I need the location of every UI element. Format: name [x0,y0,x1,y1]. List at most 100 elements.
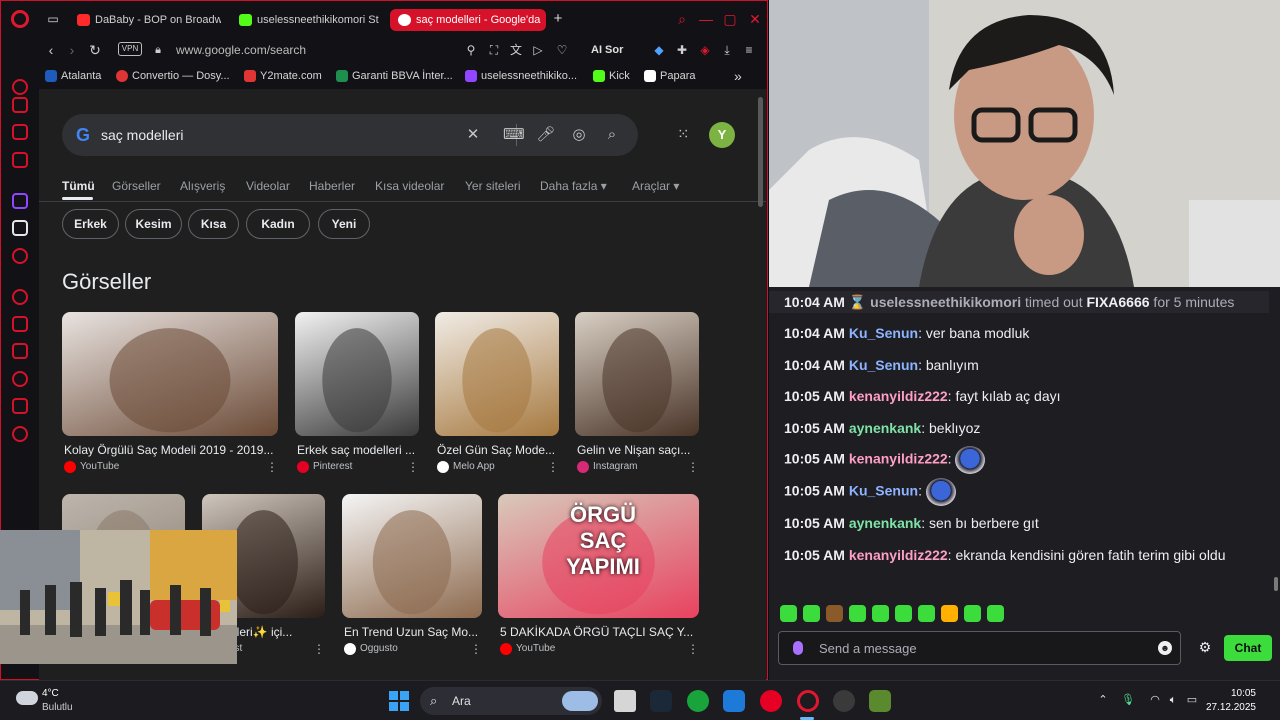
search-tab[interactable]: Haberler [309,179,355,193]
avatar[interactable]: Y [709,122,735,148]
gmail-icon[interactable] [12,152,28,168]
vk-icon[interactable] [12,248,28,264]
image-thumbnail[interactable] [295,312,419,436]
speed-dial-icon[interactable] [12,97,28,113]
quick-emote-icon[interactable] [780,605,797,622]
maximize-icon[interactable]: ▢ [721,10,739,28]
ai-ask-button[interactable]: AI Sor [591,41,623,59]
image-result-card[interactable]: 5 DAKİKADA ÖRGÜ TAÇLI SAÇ Y... YouTube ⋮ ÖR… [498,494,699,658]
tab-kick-stream[interactable]: uselessneethikikomori St [231,9,381,31]
image-title[interactable]: Erkek saç modelleri ... [297,443,419,457]
image-result-card[interactable]: Erkek saç modelleri ... Pinterest ⋮ [295,312,419,476]
player-icon[interactable] [12,289,28,305]
search-tab[interactable]: Videolar [246,179,290,193]
close-icon[interactable]: ✕ [746,10,764,28]
vpn-badge[interactable]: VPN [118,42,142,56]
quick-emote-icon[interactable] [964,605,981,622]
menu-icon[interactable]: ≡ [741,41,757,59]
volume-icon[interactable]: 🔈︎ [1166,693,1180,707]
mail-icon[interactable] [723,690,745,712]
minimize-icon[interactable]: — [697,10,715,28]
tab-dababy[interactable]: DaBaby - BOP on Broadw [69,9,221,31]
reload-icon[interactable]: ↻ [86,41,104,59]
opera-gx-icon[interactable] [833,690,855,712]
minecraft-icon[interactable] [869,690,891,712]
quick-emote-icon[interactable] [941,605,958,622]
apps-grid-icon[interactable]: ⁙ [677,127,693,143]
x-sidebar-icon[interactable] [12,220,28,236]
image-title[interactable]: Gelin ve Nişan saçı... [577,443,699,457]
image-result-card[interactable]: En Trend Uzun Saç Mo... Oggusto ⋮ [342,494,482,658]
more-options-icon[interactable]: ⋮ [547,461,559,473]
lock-icon[interactable]: 🔒︎ [149,41,167,59]
chat-username[interactable]: kenanyildiz222 [849,388,948,404]
image-thumbnail[interactable] [435,312,559,436]
twitch-sidebar-icon[interactable] [12,193,28,209]
clock-date[interactable]: 27.12.2025 [1206,702,1256,714]
taskbar-search[interactable]: ⌕ Ara [420,687,602,715]
weather-temperature[interactable]: 4°C [42,688,59,700]
search-tab[interactable]: Görseller [112,179,161,193]
battery-icon[interactable]: ▭ [1185,693,1199,707]
chat-username[interactable]: Ku_Senun [849,325,918,341]
image-result-card[interactable]: Gelin ve Nişan saçı... Instagram ⋮ [575,312,699,476]
image-thumbnail[interactable] [575,312,699,436]
chat-settings-gear-icon[interactable]: ⚙ [1197,639,1213,655]
chat-scrollbar[interactable] [1274,577,1278,591]
image-title[interactable]: Özel Gün Saç Mode... [437,443,559,457]
history-icon[interactable] [12,371,28,387]
search-input[interactable]: saç modelleri [101,126,183,144]
timed-out-user[interactable]: FIXA6666 [1087,294,1150,310]
image-source[interactable]: Melo App [437,461,495,473]
page-scrollbar[interactable] [758,97,763,207]
file-explorer-icon[interactable] [614,690,636,712]
pinterest-icon[interactable] [760,690,782,712]
quick-emote-icon[interactable] [803,605,820,622]
more-options-icon[interactable]: ⋮ [407,461,419,473]
chat-username[interactable]: uselessneethikikomori [870,294,1021,310]
search-icon[interactable]: ⌕ [602,125,622,145]
forward-icon[interactable]: › [63,41,81,59]
search-tab[interactable]: Kısa videolar [375,179,444,193]
emoji-picker-icon[interactable]: ☻ [1158,641,1172,655]
image-result-card[interactable]: Özel Gün Saç Mode... Melo App ⋮ [435,312,559,476]
tab-search-icon[interactable]: ⌕ [673,10,691,28]
search-tab[interactable]: Tümü [62,179,95,193]
steam-icon[interactable] [650,690,672,712]
opera-logo-icon[interactable] [11,10,29,28]
new-tab-button[interactable]: + [550,11,566,27]
send-icon[interactable]: ▷ [530,41,546,59]
bookmark-convertio[interactable]: Convertio — Dosy... [116,69,230,83]
image-source[interactable]: Instagram [577,461,637,473]
snapshot-icon[interactable]: ⛶ [486,41,502,59]
mic-icon[interactable]: 🎤︎ [536,125,556,145]
tab-google-search[interactable]: saç modelleri - Google'da [390,9,546,31]
quick-emote-icon[interactable] [987,605,1004,622]
chat-username[interactable]: Ku_Senun [849,357,918,373]
image-title[interactable]: En Trend Uzun Saç Mo... [344,625,482,639]
wifi-icon[interactable]: ◠ [1148,693,1162,707]
quick-emote-icon[interactable] [826,605,843,622]
heart-icon[interactable]: ♡ [554,41,570,59]
clock-time[interactable]: 10:05 [1231,688,1256,700]
image-source[interactable]: Pinterest [297,461,352,473]
pip-video[interactable] [0,530,237,664]
extensions-icon[interactable]: ✚ [674,41,690,59]
image-result-card[interactable]: Kolay Örgülü Saç Modeli 2019 - 2019... Yo… [62,312,278,476]
bookmark-kick[interactable]: Kick [593,69,630,83]
pinboard-icon[interactable] [12,343,28,359]
start-button[interactable] [389,691,409,711]
extensions-sidebar-icon[interactable] [12,398,28,414]
chat-username[interactable]: kenanyildiz222 [849,547,948,563]
image-thumbnail[interactable] [62,312,278,436]
more-options-icon[interactable]: ⋮ [313,643,325,655]
chat-username[interactable]: Ku_Senun [849,483,918,499]
more-options-icon[interactable]: ⋮ [687,461,699,473]
microphone-tray-icon[interactable]: 🎙︎ [1121,693,1135,707]
tray-overflow-icon[interactable]: ⌃ [1096,693,1110,707]
opera-taskbar-icon[interactable] [797,690,819,712]
clear-icon[interactable]: ✕ [463,125,483,145]
image-source[interactable]: Oggusto [344,643,398,655]
back-icon[interactable]: ‹ [42,41,60,59]
search-tab[interactable]: Araçlar ▾ [632,179,679,193]
